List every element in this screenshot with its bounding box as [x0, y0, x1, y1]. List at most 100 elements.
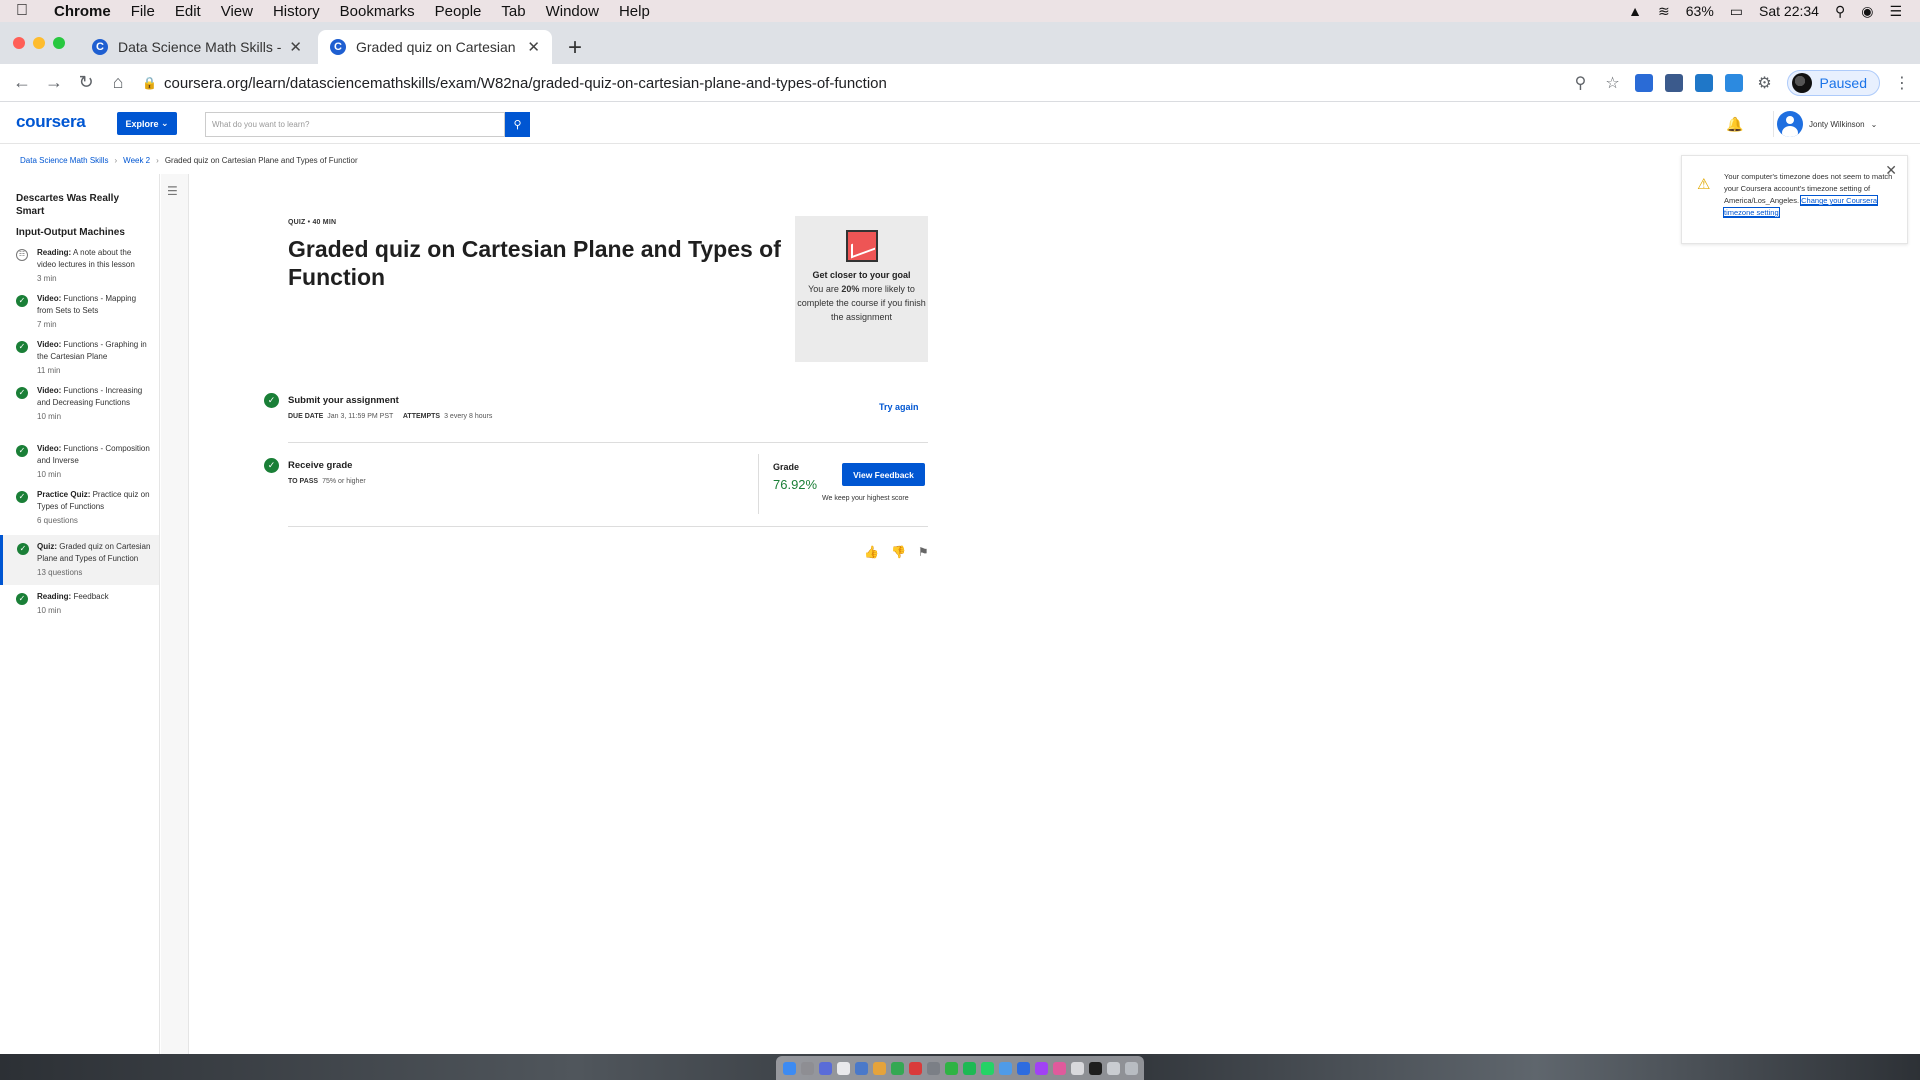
item-duration: 10 min: [37, 606, 62, 615]
zoom-window-button[interactable]: [53, 37, 65, 49]
terminal-icon[interactable]: [1088, 1061, 1102, 1075]
forward-icon[interactable]: →: [38, 72, 70, 93]
folder-icon[interactable]: [1106, 1061, 1120, 1075]
menu-view[interactable]: View: [211, 3, 263, 20]
close-icon[interactable]: ✕: [1885, 162, 1897, 179]
extension-reader-icon[interactable]: [1634, 74, 1653, 92]
app-icon[interactable]: [854, 1061, 868, 1075]
app-icon[interactable]: [998, 1061, 1012, 1075]
menu-bookmarks[interactable]: Bookmarks: [330, 3, 425, 20]
macos-menubar:  Chrome File Edit View History Bookmark…: [0, 0, 1920, 22]
lock-icon[interactable]: 🔒: [142, 76, 164, 90]
trash-icon[interactable]: [1124, 1061, 1138, 1075]
extension-arrow-icon[interactable]: [1724, 74, 1743, 92]
app-icon[interactable]: [926, 1061, 940, 1075]
app-icon[interactable]: [1034, 1061, 1048, 1075]
minimize-window-button[interactable]: [33, 37, 45, 49]
sidebar-item-video-increasing[interactable]: ✓ Video: Functions - Increasing and Decr…: [0, 385, 159, 437]
drive-icon[interactable]: ▲: [1628, 3, 1642, 19]
sidebar-toggle[interactable]: ☰: [161, 174, 189, 1054]
app-icon[interactable]: [872, 1061, 886, 1075]
url-text[interactable]: coursera.org/learn/datasciencemathskills…: [164, 75, 887, 92]
chrome-menu-icon[interactable]: ⋮: [1892, 73, 1912, 93]
extension-book-icon[interactable]: [1694, 74, 1713, 92]
app-icon[interactable]: [908, 1061, 922, 1075]
user-menu[interactable]: Jonty Wilkinson ⌄: [1773, 111, 1877, 137]
back-icon[interactable]: ←: [6, 72, 38, 93]
to-pass-value: 75% or higher: [322, 478, 366, 485]
app-icon[interactable]: [818, 1061, 832, 1075]
completed-check-icon: ✓: [17, 543, 29, 555]
app-icon[interactable]: [1016, 1061, 1030, 1075]
spotify-icon[interactable]: [962, 1061, 976, 1075]
app-icon[interactable]: [1052, 1061, 1066, 1075]
siri-icon[interactable]: ◉: [1861, 3, 1873, 20]
submit-meta: DUE DATE Jan 3, 11:59 PM PST ATTEMPTS 3 ev…: [288, 413, 492, 420]
item-type: Video:: [37, 294, 62, 303]
tab-course[interactable]: C Data Science Math Skills - Buil ✕: [80, 30, 314, 64]
sidebar-item-video-mapping[interactable]: ✓ Video: Functions - Mapping from Sets t…: [0, 293, 159, 333]
menu-file[interactable]: File: [121, 3, 165, 20]
menu-people[interactable]: People: [425, 3, 492, 20]
menu-edit[interactable]: Edit: [165, 3, 211, 20]
menu-tab[interactable]: Tab: [491, 3, 535, 20]
window-controls: [13, 37, 65, 49]
tab-quiz[interactable]: C Graded quiz on Cartesian Plane ✕: [318, 30, 552, 64]
thumbs-down-icon[interactable]: 👎: [891, 545, 906, 559]
chrome-icon[interactable]: [890, 1061, 904, 1075]
battery-percent[interactable]: 63%: [1686, 3, 1714, 19]
app-icon[interactable]: [836, 1061, 850, 1075]
item-type: Reading:: [37, 592, 72, 601]
menu-app-name[interactable]: Chrome: [44, 3, 121, 20]
extensions-puzzle-icon[interactable]: ⚙: [1755, 73, 1775, 93]
launchpad-icon[interactable]: [800, 1061, 814, 1075]
sidebar-item-video-composition[interactable]: ✓ Video: Functions - Composition and Inv…: [0, 443, 159, 483]
address-bar[interactable]: 🔒 coursera.org/learn/datasciencemathskil…: [142, 68, 1592, 98]
breadcrumb-course[interactable]: Data Science Math Skills: [20, 156, 108, 165]
new-tab-icon[interactable]: +: [568, 36, 582, 60]
close-window-button[interactable]: [13, 37, 25, 49]
spotlight-icon[interactable]: ⚲: [1835, 3, 1845, 20]
zoom-icon[interactable]: ⚲: [1571, 73, 1591, 93]
home-icon[interactable]: ⌂: [102, 72, 134, 93]
menu-help[interactable]: Help: [609, 3, 660, 20]
close-tab-icon[interactable]: ✕: [527, 38, 540, 56]
trend-chart-icon: [845, 230, 878, 262]
flag-icon[interactable]: ⚑: [918, 545, 929, 559]
apple-menu-icon[interactable]: : [0, 2, 44, 20]
search-input[interactable]: What do you want to learn?: [205, 112, 505, 137]
course-sidebar: Descartes Was Really Smart Input-Output …: [0, 174, 160, 1054]
item-type: Practice Quiz:: [37, 490, 91, 499]
close-tab-icon[interactable]: ✕: [289, 38, 302, 56]
search-button[interactable]: ⚲: [505, 112, 530, 137]
thumbs-up-icon[interactable]: 👍: [864, 545, 879, 559]
module-title: Descartes Was Really Smart: [16, 193, 120, 217]
bookmark-star-icon[interactable]: ☆: [1603, 73, 1623, 93]
sidebar-item-reading-note[interactable]: ☷ Reading: A note about the video lectur…: [0, 247, 159, 287]
sidebar-item-graded-quiz[interactable]: ✓ Quiz: Graded quiz on Cartesian Plane a…: [0, 535, 159, 585]
coursera-logo[interactable]: coursera: [16, 112, 86, 132]
battery-icon[interactable]: ▭: [1730, 3, 1743, 20]
menu-history[interactable]: History: [263, 3, 330, 20]
finder-icon[interactable]: [782, 1061, 796, 1075]
page-title: Graded quiz on Cartesian Plane and Types…: [288, 236, 781, 290]
sidebar-item-practice-quiz[interactable]: ✓ Practice Quiz: Practice quiz on Types …: [0, 489, 159, 529]
sidebar-item-video-graphing[interactable]: ✓ Video: Functions - Graphing in the Car…: [0, 339, 159, 379]
breadcrumb-week[interactable]: Week 2: [123, 156, 150, 165]
control-center-icon[interactable]: ☰: [1889, 3, 1902, 20]
menu-window[interactable]: Window: [536, 3, 609, 20]
reload-icon[interactable]: ↻: [70, 72, 102, 93]
clock[interactable]: Sat 22:34: [1759, 3, 1819, 19]
notification-bell-icon[interactable]: 🔔: [1726, 116, 1743, 133]
explore-label: Explore: [125, 118, 159, 129]
explore-button[interactable]: Explore ⌄: [117, 112, 177, 135]
app-icon[interactable]: [1070, 1061, 1084, 1075]
wifi-icon[interactable]: ≋: [1658, 3, 1670, 20]
sidebar-item-reading-feedback[interactable]: ✓ Reading: Feedback 10 min: [0, 591, 159, 631]
profile-button[interactable]: Paused: [1786, 70, 1880, 96]
try-again-link[interactable]: Try again: [879, 402, 919, 412]
view-feedback-button[interactable]: View Feedback: [842, 463, 925, 486]
whatsapp-icon[interactable]: [980, 1061, 994, 1075]
extension-pen-icon[interactable]: [1664, 74, 1683, 92]
messages-icon[interactable]: [944, 1061, 958, 1075]
